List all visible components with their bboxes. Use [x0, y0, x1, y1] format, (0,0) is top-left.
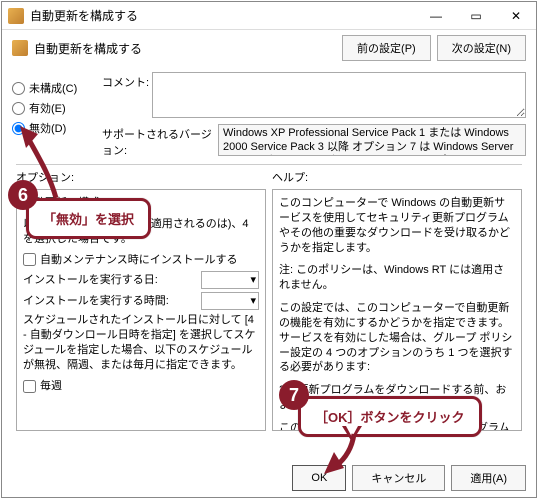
radio-enabled-input[interactable] [12, 102, 25, 115]
minimize-button[interactable]: — [416, 2, 456, 29]
subheader: 自動更新を構成する 前の設定(P) 次の設定(N) [2, 30, 536, 66]
comment-label: コメント: [102, 72, 152, 118]
help-panel: このコンピューターで Windows の自動更新サービスを使用してセキュリティ更… [272, 189, 522, 431]
previous-setting-button[interactable]: 前の設定(P) [342, 35, 431, 61]
policy-icon [12, 40, 28, 56]
schedule-note: スケジュールされたインストール日に対して [4 - 自動ダウンロール日時を指定]… [23, 313, 259, 372]
chevron-down-icon: ▾ [250, 273, 256, 288]
annotation-badge-6: 6 [8, 180, 38, 210]
help-p2: 注: このポリシーは、Windows RT には適用されません。 [279, 263, 515, 293]
dialog-subtitle: 自動更新を構成する [34, 40, 336, 57]
help-p1: このコンピューターで Windows の自動更新サービスを使用してセキュリティ更… [279, 196, 515, 255]
titlebar: 自動更新を構成する — ▭ ✕ [2, 2, 536, 30]
chevron-down-icon: ▾ [250, 294, 256, 309]
radio-enabled-label: 有効(E) [29, 100, 66, 116]
close-button[interactable]: ✕ [496, 2, 536, 29]
annotation-badge-7: 7 [279, 380, 309, 410]
weekly-label: 毎週 [40, 379, 62, 394]
comment-textarea[interactable] [152, 72, 526, 118]
install-time-combo[interactable]: ▾ [201, 292, 259, 310]
cancel-button[interactable]: キャンセル [352, 465, 445, 491]
radio-enabled[interactable]: 有効(E) [12, 100, 102, 116]
help-p3: この設定では、このコンピューターで自動更新の機能を有効にするかどうかを指定できま… [279, 301, 515, 375]
help-header: ヘルプ: [272, 167, 522, 189]
separator [16, 164, 522, 165]
supported-label: サポートされるバージョン: [102, 124, 218, 158]
apply-button[interactable]: 適用(A) [451, 465, 526, 491]
radio-not-configured-input[interactable] [12, 82, 25, 95]
install-day-combo[interactable]: ▾ [201, 271, 259, 289]
weekly-checkbox[interactable]: 毎週 [23, 379, 259, 394]
window-title: 自動更新を構成する [30, 7, 416, 24]
radio-not-configured-label: 未構成(C) [29, 80, 77, 96]
maintenance-install-label: 自動メンテナンス時にインストールする [40, 253, 238, 268]
dialog-window: 自動更新を構成する — ▭ ✕ 自動更新を構成する 前の設定(P) 次の設定(N… [1, 1, 537, 498]
policy-icon [8, 8, 24, 24]
maintenance-install-checkbox[interactable]: 自動メンテナンス時にインストールする [23, 253, 259, 268]
next-setting-button[interactable]: 次の設定(N) [437, 35, 526, 61]
annotation-arrow-7 [324, 430, 364, 474]
radio-not-configured[interactable]: 未構成(C) [12, 80, 102, 96]
maximize-button[interactable]: ▭ [456, 2, 496, 29]
install-day-label: インストールを実行する日: [23, 273, 201, 288]
supported-text: Windows XP Professional Service Pack 1 ま… [218, 124, 526, 156]
weekly-input[interactable] [23, 380, 36, 393]
install-time-label: インストールを実行する時間: [23, 294, 201, 309]
maintenance-install-input[interactable] [23, 253, 36, 266]
